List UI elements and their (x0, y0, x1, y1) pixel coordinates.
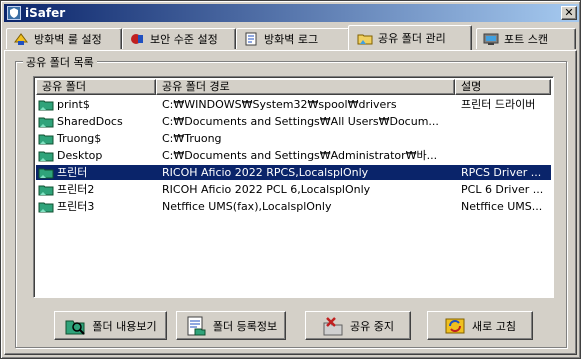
folder-name: SharedDocs (57, 115, 123, 128)
tab-shared-folder[interactable]: 공유 폴더 관리 (348, 25, 472, 50)
folder-cell: SharedDocs (36, 114, 156, 129)
shared-folder-icon (38, 134, 54, 145)
port-scan-icon (483, 32, 499, 46)
list-item[interactable]: 프린터2 RICOH Aficio 2022 PCL 6,LocalsplOnl… (36, 181, 551, 198)
folder-description: 프린터 드라이버 (461, 98, 536, 111)
shared-folder-list[interactable]: 공유 폴더 공유 폴더 경로 설명 print$ C:₩WINDOWS₩Syst… (33, 76, 554, 298)
tab-label: 보안 수준 설정 (150, 33, 218, 46)
folder-name: 프린터3 (57, 200, 95, 213)
list-item[interactable]: Truong$ C:₩Truong (36, 130, 551, 147)
column-header-folder[interactable]: 공유 폴더 (36, 79, 156, 95)
folder-description: Netffice UMS... (461, 200, 543, 213)
refresh-button[interactable]: 새로 고침 (427, 311, 533, 340)
folder-name: print$ (57, 98, 90, 111)
folder-description (455, 148, 551, 163)
folder-properties-button[interactable]: 폴더 등록정보 (176, 311, 286, 340)
tab-label: 포트 스캔 (504, 33, 548, 46)
list-rows: print$ C:₩WINDOWS₩System32₩spool₩drivers… (36, 96, 551, 215)
shared-folder-icon (38, 117, 54, 128)
list-item[interactable]: print$ C:₩WINDOWS₩System32₩spool₩drivers… (36, 96, 551, 113)
tab-label: 방화벽 로그 (264, 33, 319, 46)
button-label: 새로 고침 (472, 319, 516, 333)
shared-folder-icon (38, 100, 54, 111)
folder-path: RICOH Aficio 2022 RPCS,LocalsplOnly (156, 165, 455, 180)
tab-strip: 방화벽 룰 설정 보안 수준 설정 방화벽 로그 공유 폴더 관리 포트 스캔 (4, 25, 579, 51)
stop-sharing-button[interactable]: 공유 중지 (305, 311, 411, 340)
view-folder-contents-button[interactable]: 폴더 내용보기 (54, 311, 167, 340)
shared-printer-icon (38, 202, 54, 213)
folder-properties-icon (185, 315, 207, 337)
list-item[interactable]: Desktop C:₩Documents and Settings₩Admini… (36, 147, 551, 164)
list-header: 공유 폴더 공유 폴더 경로 설명 (36, 79, 551, 95)
folder-path: C:₩Documents and Settings₩All Users₩Docu… (162, 115, 439, 128)
folder-path: Netffice UMS(fax),LocalsplOnly (162, 200, 332, 213)
folder-description: PCL 6 Driver ... (461, 183, 544, 196)
tab-firewall-rules[interactable]: 방화벽 룰 설정 (6, 28, 122, 49)
folder-cell: 프린터2 (36, 182, 156, 197)
folder-name: Truong$ (57, 132, 102, 145)
tab-port-scan[interactable]: 포트 스캔 (476, 28, 576, 49)
list-item[interactable]: 프린터3 Netffice UMS(fax),LocalsplOnly Netf… (36, 198, 551, 215)
tab-label: 방화벽 룰 설정 (34, 33, 102, 46)
folder-cell: print$ (36, 97, 156, 112)
tab-firewall-log[interactable]: 방화벽 로그 (236, 28, 350, 49)
shared-printer-icon (38, 168, 54, 179)
folder-description (455, 114, 551, 129)
folder-path: C:₩Truong (162, 132, 222, 145)
firewall-log-icon (243, 32, 259, 46)
tab-label: 공유 폴더 관리 (378, 32, 446, 45)
folder-description (455, 131, 551, 146)
folder-name: 프린터2 (57, 183, 95, 196)
shared-folder-icon (38, 151, 54, 162)
folder-cell: Desktop (36, 148, 156, 163)
stop-sharing-icon (322, 315, 344, 337)
folder-name: 프린터 (57, 166, 88, 179)
security-level-icon (129, 32, 145, 46)
column-header-path[interactable]: 공유 폴더 경로 (156, 79, 455, 95)
folder-cell: 프린터3 (36, 199, 156, 214)
group-label: 공유 폴더 목록 (23, 54, 97, 70)
firewall-rules-icon (13, 32, 29, 46)
app-window: iSafer ✕ 방화벽 룰 설정 보안 수준 설정 방화벽 로그 공유 폴더 … (0, 0, 581, 359)
close-button[interactable]: ✕ (561, 6, 577, 20)
folder-path: C:₩Documents and Settings₩Administrator₩… (162, 149, 438, 162)
column-header-description[interactable]: 설명 (455, 79, 551, 95)
list-item[interactable]: SharedDocs C:₩Documents and Settings₩All… (36, 113, 551, 130)
folder-path: C:₩WINDOWS₩System32₩spool₩drivers (162, 98, 397, 111)
folder-path: RICOH Aficio 2022 PCL 6,LocalsplOnly (162, 183, 371, 196)
button-label: 폴더 등록정보 (212, 319, 278, 333)
folder-name: Desktop (57, 149, 103, 162)
list-item-selected[interactable]: 프린터 RICOH Aficio 2022 RPCS,LocalsplOnly … (36, 164, 551, 181)
folder-view-icon (64, 315, 86, 337)
folder-cell: 프린터 (36, 165, 156, 180)
window-title: iSafer (25, 6, 66, 20)
tab-security-level[interactable]: 보안 수준 설정 (122, 28, 236, 49)
folder-cell: Truong$ (36, 131, 156, 146)
button-label: 공유 중지 (350, 319, 394, 333)
shared-folder-icon (357, 31, 373, 45)
folder-description: RPCS Driver ... (455, 165, 551, 180)
shared-printer-icon (38, 185, 54, 196)
title-bar: iSafer ✕ (4, 4, 579, 22)
app-logo-icon (7, 6, 21, 20)
refresh-icon (444, 315, 466, 337)
button-label: 폴더 내용보기 (92, 319, 157, 333)
